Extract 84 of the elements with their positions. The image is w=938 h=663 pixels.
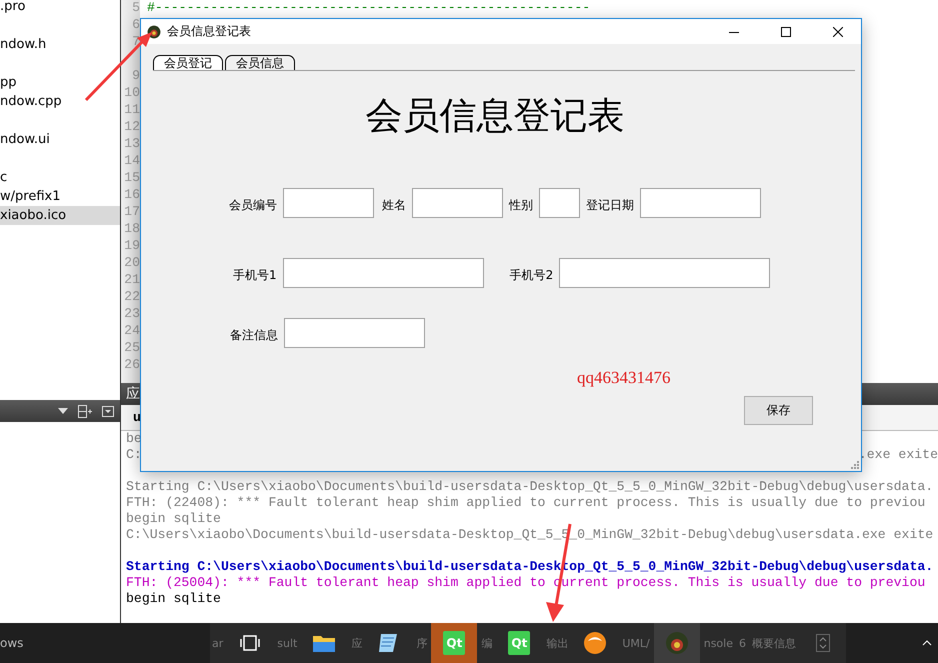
file-tree-item[interactable]: w/prefix1 <box>0 187 120 206</box>
output-line: Starting C:\Users\xiaobo\Documents\build-usersdata-Desktop_Qt_5_5_0_MinGW_32bit-Debug\debug\usersdata. <box>126 479 934 495</box>
input-field[interactable] <box>559 258 770 288</box>
line-number: 21 <box>123 271 140 288</box>
output-line: begin sqlite <box>126 511 221 527</box>
window-title: 会员信息登记表 <box>167 23 252 40</box>
input-field[interactable] <box>283 188 374 218</box>
output-line: begin sqlite <box>126 591 221 607</box>
output-title: 应 <box>126 385 140 403</box>
tab[interactable]: 会员信息 <box>225 55 295 70</box>
form-heading: 会员信息登记表 <box>366 95 624 139</box>
field-label: 备注信息 <box>230 326 278 344</box>
line-number: 11 <box>123 101 140 118</box>
line-number: 9 <box>131 67 140 84</box>
output-line: FTH: (22408): *** Fault tolerant heap shim applied to current process. This is usually due to previou <box>126 495 926 511</box>
field-label: 手机号1 <box>233 266 277 284</box>
field-label: 性别 <box>509 196 533 214</box>
input-field[interactable] <box>282 258 484 288</box>
up-down-icon <box>816 634 830 652</box>
line-number: 12 <box>123 118 140 135</box>
input-field[interactable] <box>539 188 580 218</box>
taskbar-text: nsole <box>702 636 734 650</box>
save-button[interactable]: 保存 <box>744 396 813 425</box>
taskbar-text: 概要信息 <box>751 636 797 650</box>
input-field[interactable] <box>640 188 761 218</box>
chevron-up-icon[interactable] <box>922 640 932 646</box>
task-view-icon <box>240 635 260 651</box>
output-tab[interactable]: u <box>133 410 141 425</box>
taskbar-text: sult <box>276 636 298 650</box>
field-label: 手机号2 <box>510 266 554 284</box>
taskbar-text: 编 <box>480 636 494 650</box>
line-number: 5 <box>131 0 140 16</box>
file-tree-item[interactable]: .pro <box>0 0 120 16</box>
line-number: 25 <box>123 339 140 356</box>
output-line: be <box>126 431 142 447</box>
contact-note: qq463431476 <box>577 368 670 388</box>
taskbar-text: ows <box>0 636 24 650</box>
line-number: 13 <box>123 135 140 152</box>
app-icon <box>664 631 689 655</box>
field-label: 登记日期 <box>586 196 634 214</box>
input-field[interactable] <box>284 318 425 348</box>
taskbar-text: 输出 <box>545 636 570 650</box>
code-line: #------------------------------------------------------- <box>147 0 590 16</box>
taskbar-text: ar <box>211 636 224 650</box>
file-tree-item[interactable]: pp <box>0 73 120 92</box>
line-number: 20 <box>123 254 140 271</box>
dropdown-caret-icon[interactable] <box>58 408 68 414</box>
line-number: 16 <box>123 186 140 203</box>
line-number: 24 <box>123 322 140 339</box>
input-field[interactable] <box>412 188 503 218</box>
line-number: 23 <box>123 305 140 322</box>
line-number: 22 <box>123 288 140 305</box>
taskbar-text: 6 <box>738 636 747 650</box>
line-number: 10 <box>123 84 140 101</box>
line-number: 26 <box>123 356 140 373</box>
file-tree-item[interactable]: ndow.cpp <box>0 92 120 111</box>
line-number: 15 <box>123 169 140 186</box>
line-number: 6 <box>131 16 140 33</box>
folder-icon <box>312 633 336 653</box>
line-number: 14 <box>123 152 140 169</box>
file-tree-item[interactable]: ndow.ui <box>0 130 120 149</box>
maximize-icon <box>781 26 791 36</box>
close-pane-icon[interactable] <box>102 406 114 416</box>
taskbar-text: 应 <box>350 636 364 650</box>
taskbar-text: UML/ <box>621 636 651 650</box>
ball-icon <box>583 631 608 655</box>
taskbar-text: 序 <box>415 636 428 650</box>
logo-icon: Qt <box>443 631 466 655</box>
file-tree-item[interactable]: ndow.h <box>0 35 120 54</box>
field-label: 会员编号 <box>229 196 277 214</box>
resize-grip-icon[interactable] <box>851 461 860 470</box>
line-number: 18 <box>123 220 140 237</box>
logo-icon: Qt <box>508 631 530 655</box>
file-tree-item[interactable]: c <box>0 168 120 187</box>
annotation-arrow <box>84 32 154 102</box>
file-tree-item[interactable]: xiaobo.ico <box>0 206 120 225</box>
field-label: 姓名 <box>382 196 406 214</box>
line-number: 17 <box>123 203 140 220</box>
output-line: .exe exite <box>858 447 938 463</box>
line-number: 19 <box>123 237 140 254</box>
close-icon <box>833 26 843 36</box>
tab[interactable]: 会员登记 <box>153 55 223 70</box>
split-icon[interactable] <box>78 404 92 418</box>
output-line: C: <box>126 447 142 463</box>
